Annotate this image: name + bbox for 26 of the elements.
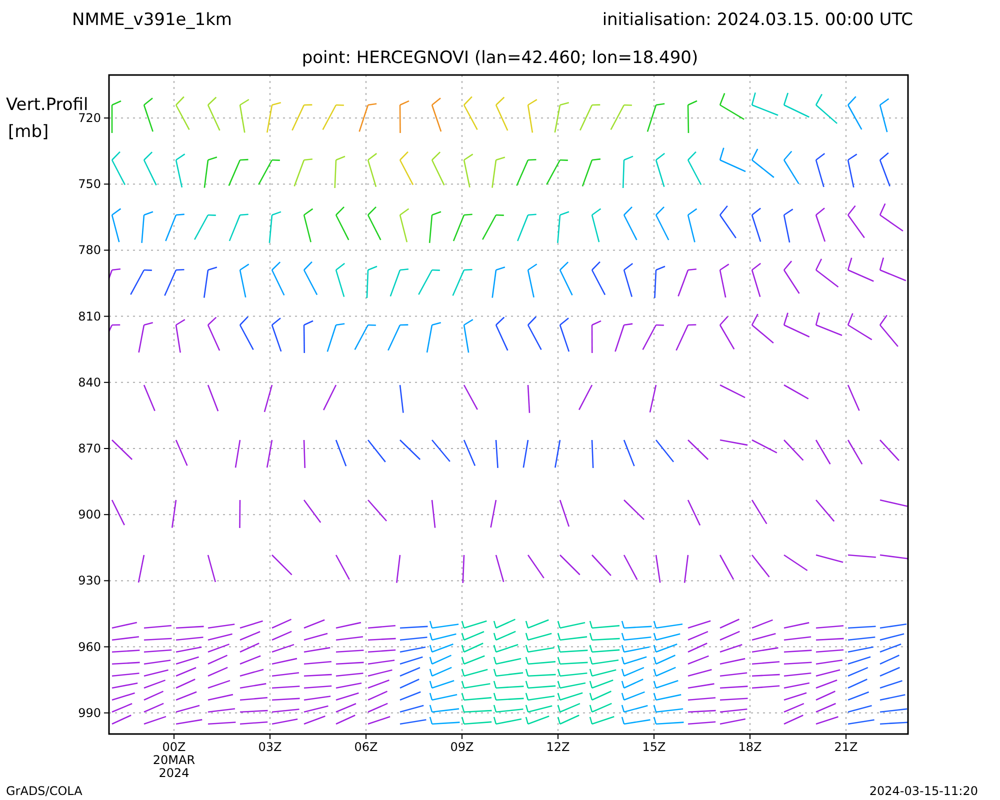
y-tick-label: 900 (78, 508, 101, 522)
y-tick-label: 750 (78, 177, 101, 192)
y-tick-label: 870 (78, 442, 101, 456)
x-tick-label: 06Z (354, 740, 378, 754)
x-tick-label: 21Z (834, 740, 858, 754)
x-tick-label: 20MAR (152, 753, 196, 767)
x-tick-label: 12Z (546, 740, 570, 754)
y-tick-label: 840 (78, 375, 101, 390)
x-tick-label: 2024 (158, 766, 190, 780)
x-tick-label: 00Z (162, 740, 186, 754)
y-tick-label: 960 (78, 640, 101, 654)
model-title: NMME_v391e_1km (72, 10, 232, 30)
y-tick-label: 810 (78, 309, 101, 324)
y-tick-label: 930 (78, 574, 101, 588)
y-tick-label: 780 (78, 243, 101, 258)
point-title: point: HERCEGNOVI (lan=42.460; lon=18.490) (302, 48, 698, 68)
x-tick-label: 03Z (258, 740, 282, 754)
x-tick-label: 15Z (642, 740, 666, 754)
footer-timestamp: 2024-03-15-11:20 (869, 784, 978, 798)
initialisation-title: initialisation: 2024.03.15. 00:00 UTC (602, 10, 913, 30)
axis-label: [mb] (8, 122, 49, 142)
x-tick-label: 09Z (450, 740, 474, 754)
x-tick-label: 18Z (738, 740, 762, 754)
y-tick-label: 720 (78, 111, 101, 125)
y-tick-label: 990 (78, 706, 101, 720)
footer-credit: GrADS/COLA (6, 784, 82, 798)
